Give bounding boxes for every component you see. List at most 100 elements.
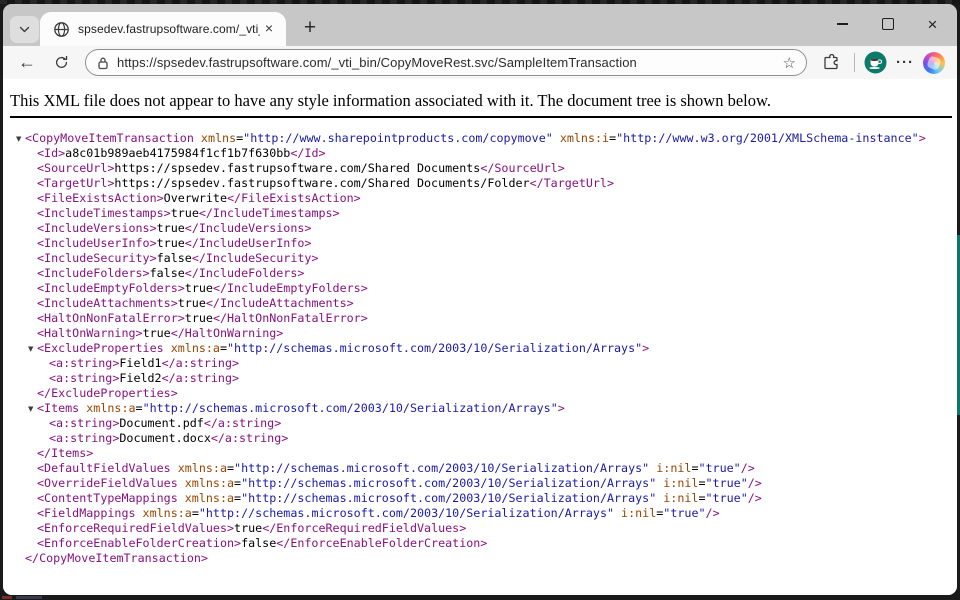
- xml-token-txt: true: [157, 236, 185, 250]
- xml-viewer: This XML file does not appear to have an…: [3, 79, 957, 595]
- xml-token-txt: Overwrite: [164, 191, 227, 205]
- xml-token-tag: />: [706, 506, 720, 520]
- xml-document-tree: ▼<CopyMoveItemTransaction xmlns="http://…: [3, 131, 957, 566]
- tab-strip: spsedev.fastrupsoftware.com/_vti_b × + ×: [3, 4, 957, 46]
- xml-token-tag: </HaltOnNonFatalError>: [213, 311, 368, 325]
- xml-line: <IncludeFolders>false</IncludeFolders>: [3, 266, 957, 281]
- xml-token-tag: </Id>: [290, 146, 325, 160]
- xml-line: </CopyMoveItemTransaction>: [3, 551, 957, 566]
- xml-token-txt: true: [185, 281, 213, 295]
- xml-line: <EnforceRequiredFieldValues>true</Enforc…: [3, 521, 957, 536]
- collapse-arrow-icon[interactable]: ▼: [28, 342, 37, 357]
- xml-line: <a:string>Document.docx</a:string>: [3, 431, 957, 446]
- xml-token-val: "http://schemas.microsoft.com/2003/10/Se…: [241, 476, 656, 490]
- xml-token-tag: </IncludeVersions>: [185, 221, 312, 235]
- close-button[interactable]: ×: [910, 4, 955, 44]
- minimize-button[interactable]: [820, 4, 865, 44]
- xml-token-val: "http://www.w3.org/2001/XMLSchema-instan…: [616, 131, 919, 145]
- xml-token-tag: <a:string>: [49, 356, 119, 370]
- url-text[interactable]: https://spsedev.fastrupsoftware.com/_vti…: [117, 55, 779, 70]
- xml-token-tag: <IncludeAttachments>: [37, 296, 178, 310]
- xml-token-tag: <Items: [37, 401, 79, 415]
- xml-token-punct: =: [192, 506, 199, 520]
- xml-line: ▼<CopyMoveItemTransaction xmlns="http://…: [3, 131, 957, 146]
- minimize-icon: [837, 23, 848, 24]
- xml-line: <a:string>Document.pdf</a:string>: [3, 416, 957, 431]
- xml-token-tag: </a:string>: [162, 371, 239, 385]
- browser-window: spsedev.fastrupsoftware.com/_vti_b × + ×…: [3, 4, 957, 595]
- xml-line: <IncludeSecurity>false</IncludeSecurity>: [3, 251, 957, 266]
- xml-line: <a:string>Field2</a:string>: [3, 371, 957, 386]
- xml-token-tag: <IncludeFolders>: [37, 266, 150, 280]
- xml-token-tag: </FileExistsAction>: [227, 191, 361, 205]
- xml-token-txt: Document.pdf: [119, 416, 203, 430]
- xml-token-attr: xmlns:a: [136, 506, 192, 520]
- tab-close-icon[interactable]: ×: [260, 20, 278, 38]
- xml-token-tag: </EnforceRequiredFieldValues>: [262, 521, 466, 535]
- xml-token-val: "http://schemas.microsoft.com/2003/10/Se…: [143, 401, 558, 415]
- collapse-arrow-icon[interactable]: ▼: [16, 132, 25, 147]
- xml-line: <HaltOnNonFatalError>true</HaltOnNonFata…: [3, 311, 957, 326]
- xml-token-punct: =: [698, 491, 705, 505]
- copilot-icon[interactable]: [923, 52, 945, 74]
- favorite-star-icon[interactable]: ☆: [779, 54, 800, 72]
- xml-line: <HaltOnWarning>true</HaltOnWarning>: [3, 326, 957, 341]
- xml-token-txt: false: [157, 251, 192, 265]
- xml-token-tag: >: [919, 131, 926, 145]
- xml-token-tag: </SourceUrl>: [480, 161, 564, 175]
- xml-line: <IncludeAttachments>true</IncludeAttachm…: [3, 296, 957, 311]
- xml-token-tag: <SourceUrl>: [37, 161, 114, 175]
- maximize-button[interactable]: [865, 4, 910, 44]
- xml-token-attr: xmlns:a: [178, 491, 234, 505]
- coffee-cup-icon: [864, 51, 887, 74]
- xml-line: <SourceUrl>https://spsedev.fastrupsoftwa…: [3, 161, 957, 176]
- xml-line: <TargetUrl>https://spsedev.fastrupsoftwa…: [3, 176, 957, 191]
- new-tab-button[interactable]: +: [295, 13, 325, 43]
- xml-line: </Items>: [3, 446, 957, 461]
- xml-token-tag: <a:string>: [49, 431, 119, 445]
- refresh-button[interactable]: [47, 49, 75, 77]
- xml-token-tag: <TargetUrl>: [37, 176, 114, 190]
- tab-search-button[interactable]: [10, 16, 39, 43]
- xml-token-tag: <CopyMoveItemTransaction: [25, 131, 194, 145]
- xml-token-tag: >: [642, 341, 649, 355]
- xml-token-val: "http://schemas.microsoft.com/2003/10/Se…: [234, 461, 649, 475]
- settings-more-button[interactable]: ···: [893, 54, 917, 71]
- back-arrow-icon: ←: [18, 52, 36, 73]
- xml-token-txt: Field2: [119, 371, 161, 385]
- xml-token-tag: <IncludeUserInfo>: [37, 236, 157, 250]
- xml-token-attr: xmlns:a: [164, 341, 220, 355]
- address-bar[interactable]: https://spsedev.fastrupsoftware.com/_vti…: [85, 49, 807, 76]
- xml-token-punct: =: [136, 401, 143, 415]
- xml-token-tag: </CopyMoveItemTransaction>: [25, 551, 208, 565]
- xml-token-txt: true: [143, 326, 171, 340]
- xml-token-tag: </TargetUrl>: [530, 176, 614, 190]
- browser-toolbar: ← https://spsedev.fastrupsoftware.com/_v…: [3, 46, 957, 79]
- xml-token-tag: <IncludeEmptyFolders>: [37, 281, 185, 295]
- xml-token-tag: <IncludeTimestamps>: [37, 206, 171, 220]
- xml-line: <a:string>Field1</a:string>: [3, 356, 957, 371]
- xml-token-tag: <ExcludeProperties: [37, 341, 164, 355]
- collapse-arrow-icon[interactable]: ▼: [28, 402, 37, 417]
- xml-token-punct: =: [698, 476, 705, 490]
- globe-icon: [53, 21, 70, 38]
- browser-tab[interactable]: spsedev.fastrupsoftware.com/_vti_b ×: [40, 12, 286, 46]
- extensions-button[interactable]: [817, 49, 845, 77]
- xml-token-tag: <a:string>: [49, 416, 119, 430]
- xml-token-punct: =: [220, 341, 227, 355]
- xml-line: <ContentTypeMappings xmlns:a="http://sch…: [3, 491, 957, 506]
- xml-token-tag: </IncludeAttachments>: [206, 296, 354, 310]
- back-button[interactable]: ←: [13, 49, 41, 77]
- xml-line: ▼<ExcludeProperties xmlns:a="http://sche…: [3, 341, 957, 356]
- xml-line: <IncludeVersions>true</IncludeVersions>: [3, 221, 957, 236]
- xml-token-tag: <HaltOnNonFatalError>: [37, 311, 185, 325]
- xml-line: <IncludeUserInfo>true</IncludeUserInfo>: [3, 236, 957, 251]
- xml-line: <EnforceEnableFolderCreation>false</Enfo…: [3, 536, 957, 551]
- xml-token-tag: </a:string>: [211, 431, 288, 445]
- maximize-icon: [882, 18, 894, 30]
- xml-line: <IncludeEmptyFolders>true</IncludeEmptyF…: [3, 281, 957, 296]
- coffee-extension-button[interactable]: [864, 51, 887, 74]
- xml-token-tag: />: [741, 461, 755, 475]
- xml-token-val: "http://schemas.microsoft.com/2003/10/Se…: [199, 506, 614, 520]
- chevron-down-icon: [18, 23, 31, 36]
